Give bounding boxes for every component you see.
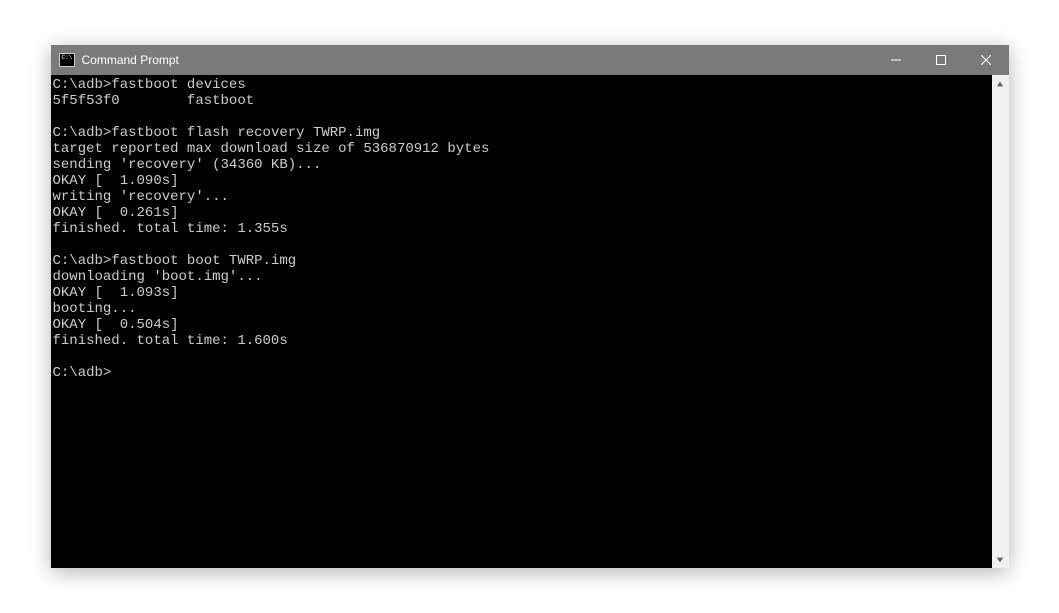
prompt-text: C:\adb> — [53, 365, 112, 381]
output-text: finished. total time: 1.600s — [53, 333, 288, 349]
terminal-line — [53, 349, 992, 365]
output-text: 5f5f53f0 fastboot — [53, 93, 255, 109]
command-input-text: fastboot devices — [111, 77, 245, 93]
terminal-line: booting... — [53, 301, 992, 317]
terminal-line: 5f5f53f0 fastboot — [53, 93, 992, 109]
output-text: sending 'recovery' (34360 KB)... — [53, 157, 322, 173]
window-title: Command Prompt — [82, 53, 179, 67]
terminal-line: C:\adb>fastboot boot TWRP.img — [53, 253, 992, 269]
terminal-line: C:\adb>fastboot flash recovery TWRP.img — [53, 125, 992, 141]
scroll-down-arrow-icon[interactable] — [992, 551, 1009, 568]
scroll-track[interactable] — [992, 92, 1009, 551]
vertical-scrollbar[interactable] — [992, 75, 1009, 568]
window-controls — [874, 45, 1009, 75]
titlebar[interactable]: Command Prompt — [51, 45, 1009, 75]
output-text: OKAY [ 0.504s] — [53, 317, 179, 333]
command-prompt-window: Command Prompt C:\adb>fastboot devices5f… — [51, 45, 1009, 568]
output-text: target reported max download size of 536… — [53, 141, 490, 157]
terminal-line — [53, 109, 992, 125]
terminal-line: OKAY [ 1.093s] — [53, 285, 992, 301]
terminal-line: OKAY [ 0.504s] — [53, 317, 992, 333]
terminal-line: writing 'recovery'... — [53, 189, 992, 205]
close-button[interactable] — [964, 45, 1009, 75]
output-text: OKAY [ 1.090s] — [53, 173, 179, 189]
output-text: finished. total time: 1.355s — [53, 221, 288, 237]
terminal-line: C:\adb>fastboot devices — [53, 77, 992, 93]
output-text: OKAY [ 1.093s] — [53, 285, 179, 301]
terminal-line: sending 'recovery' (34360 KB)... — [53, 157, 992, 173]
prompt-text: C:\adb> — [53, 77, 112, 93]
prompt-text: C:\adb> — [53, 125, 112, 141]
maximize-button[interactable] — [919, 45, 964, 75]
terminal-line: OKAY [ 0.261s] — [53, 205, 992, 221]
command-input-text: fastboot boot TWRP.img — [111, 253, 296, 269]
terminal-line: C:\adb> — [53, 365, 992, 381]
command-input-text: fastboot flash recovery TWRP.img — [111, 125, 380, 141]
terminal-line: OKAY [ 1.090s] — [53, 173, 992, 189]
terminal-line: finished. total time: 1.600s — [53, 333, 992, 349]
output-text: writing 'recovery'... — [53, 189, 229, 205]
scroll-up-arrow-icon[interactable] — [992, 75, 1009, 92]
titlebar-left: Command Prompt — [59, 53, 179, 67]
terminal-content[interactable]: C:\adb>fastboot devices5f5f53f0 fastboot… — [51, 75, 992, 568]
output-text: downloading 'boot.img'... — [53, 269, 263, 285]
terminal-line: target reported max download size of 536… — [53, 141, 992, 157]
terminal-line — [53, 237, 992, 253]
output-text: booting... — [53, 301, 137, 317]
terminal-line: downloading 'boot.img'... — [53, 269, 992, 285]
cmd-icon — [59, 53, 75, 67]
terminal-line: finished. total time: 1.355s — [53, 221, 992, 237]
prompt-text: C:\adb> — [53, 253, 112, 269]
terminal-body: C:\adb>fastboot devices5f5f53f0 fastboot… — [51, 75, 1009, 568]
output-text: OKAY [ 0.261s] — [53, 205, 179, 221]
minimize-button[interactable] — [874, 45, 919, 75]
